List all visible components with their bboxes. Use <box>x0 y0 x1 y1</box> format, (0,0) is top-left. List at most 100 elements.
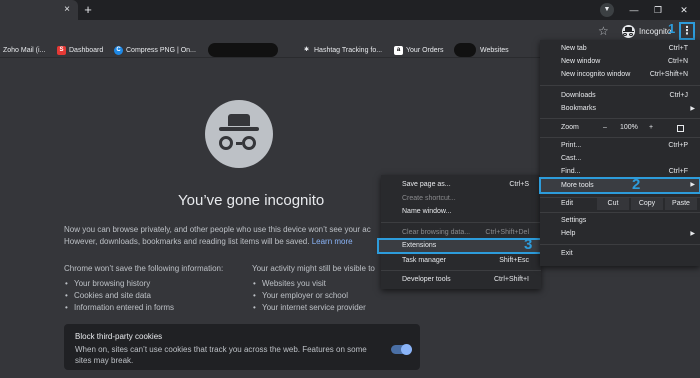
compress-png-icon: C <box>114 45 123 55</box>
menu-item-task-manager[interactable]: Task manager Shift+Esc <box>381 255 541 267</box>
menu-item-label: Create shortcut... <box>402 195 456 202</box>
bookmark-label: Zoho Mail (i... <box>3 46 46 54</box>
menu-item-label: New window <box>561 58 601 65</box>
bookmark-dashboard[interactable]: S Dashboard <box>57 44 103 56</box>
menu-item-shortcut: Ctrl+Shift+N <box>649 71 688 78</box>
menu-item-label: Downloads <box>561 92 596 99</box>
menu-separator <box>381 222 541 223</box>
menu-item-shortcut: Ctrl+Shift+Del <box>485 229 529 236</box>
description-line-2: However, downloads, bookmarks and readin… <box>64 236 394 248</box>
menu-item-downloads[interactable]: Downloads Ctrl+J <box>540 90 700 102</box>
zoom-level: 100% <box>620 124 638 131</box>
new-tab-icon[interactable]: + <box>80 2 96 18</box>
close-tab-icon[interactable]: × <box>60 3 74 17</box>
submenu-arrow-icon: ▶ <box>690 182 695 188</box>
menu-item-cast[interactable]: Cast... <box>540 153 700 165</box>
minimize-icon[interactable]: — <box>624 2 644 18</box>
list-item: Your browsing history <box>64 278 223 290</box>
column-heading: Chrome won’t save the following informat… <box>64 264 224 273</box>
menu-item-label: Cast... <box>561 155 582 162</box>
menu-item-label: Find... <box>561 168 581 175</box>
menu-item-shortcut: Ctrl+P <box>668 142 688 149</box>
menu-item-create-shortcut[interactable]: Create shortcut... <box>381 193 541 205</box>
column-heading: Your activity might still be visible to <box>252 264 375 273</box>
redacted-bookmark <box>208 43 278 57</box>
menu-item-shortcut: Ctrl+J <box>669 92 688 99</box>
bookmark-label: Websites <box>480 46 509 54</box>
menu-item-label: Developer tools <box>402 276 451 283</box>
menu-item-label: New tab <box>561 45 587 52</box>
menu-item-find[interactable]: Find... Ctrl+F <box>540 166 700 178</box>
list-item: Cookies and site data <box>64 290 223 302</box>
menu-item-label: Print... <box>561 142 582 149</box>
copy-button[interactable]: Copy <box>631 198 663 210</box>
bookmark-hashtag-tracking[interactable]: ✱ Hashtag Tracking fo... <box>302 44 382 56</box>
menu-item-shortcut: Ctrl+N <box>667 58 688 65</box>
chrome-main-menu: New tab Ctrl+T New window Ctrl+N New inc… <box>539 40 700 266</box>
incognito-label: Incognito <box>639 26 672 36</box>
menu-item-new-incognito-window[interactable]: New incognito window Ctrl+Shift+N <box>540 69 700 81</box>
menu-separator <box>540 137 700 138</box>
menu-item-shortcut: Ctrl+T <box>668 45 688 52</box>
bookmark-label: Your Orders <box>406 46 444 54</box>
zoom-out-button[interactable]: – <box>603 122 607 134</box>
submenu-arrow-icon: ▶ <box>690 106 695 112</box>
page-title: You’ve gone incognito <box>178 192 325 209</box>
redacted-bookmark <box>454 43 476 57</box>
zoom-in-button[interactable]: + <box>649 122 653 134</box>
menu-item-bookmarks[interactable]: Bookmarks ▶ <box>540 103 700 115</box>
menu-item-new-tab[interactable]: New tab Ctrl+T <box>540 43 700 55</box>
menu-item-settings[interactable]: Settings <box>540 215 700 227</box>
amazon-icon: a <box>394 45 403 55</box>
menu-item-name-window[interactable]: Name window... <box>381 206 541 218</box>
browser-tab[interactable]: × <box>0 0 78 20</box>
tab-search-icon[interactable]: ▼ <box>600 3 614 17</box>
bookmark-zoho-mail[interactable]: Zoho Mail (i... <box>3 44 45 56</box>
menu-item-label: Edit <box>561 200 574 207</box>
list-item: Information entered in forms <box>64 302 223 314</box>
menu-separator <box>540 244 700 245</box>
description-line-1: Now you can browse privately, and other … <box>64 225 371 234</box>
menu-item-developer-tools[interactable]: Developer tools Ctrl+Shift+I <box>381 274 541 286</box>
incognito-hero-icon <box>205 100 273 168</box>
menu-separator <box>540 212 700 213</box>
menu-item-label: New incognito window <box>561 71 631 78</box>
learn-more-link[interactable]: Learn more <box>312 237 353 246</box>
menu-separator <box>381 270 541 271</box>
menu-item-help[interactable]: Help ▶ <box>540 228 700 240</box>
menu-item-save-page[interactable]: Save page as... Ctrl+S <box>381 179 541 191</box>
third-party-cookies-card: Block third-party cookies When on, sites… <box>64 324 420 370</box>
bookmark-star-icon[interactable]: ☆ <box>598 24 609 38</box>
menu-item-new-window[interactable]: New window Ctrl+N <box>540 56 700 68</box>
menu-item-label: Clear browsing data... <box>402 229 471 236</box>
menu-item-label: More tools <box>561 182 594 189</box>
hashtag-icon: ✱ <box>303 46 310 53</box>
menu-item-more-tools[interactable]: More tools ▶ <box>539 177 700 194</box>
menu-item-label: Help <box>561 230 576 237</box>
bookmark-compress-png[interactable]: C Compress PNG | On... <box>114 44 196 56</box>
menu-item-shortcut: Shift+Esc <box>499 257 529 264</box>
cookie-card-description: When on, sites can’t use cookies that tr… <box>75 345 367 365</box>
menu-separator <box>540 85 700 86</box>
block-cookies-toggle[interactable] <box>391 344 412 355</box>
list-item: Your internet service provider <box>252 302 375 314</box>
menu-item-clear-browsing-data[interactable]: Clear browsing data... Ctrl+Shift+Del <box>381 227 541 239</box>
annotation-marker-2: 2 <box>632 176 641 193</box>
close-window-icon[interactable]: ✕ <box>674 2 694 18</box>
menu-item-label: Exit <box>561 250 573 257</box>
menu-item-label: Bookmarks <box>561 105 597 112</box>
menu-item-shortcut: Ctrl+Shift+I <box>493 276 529 283</box>
bookmark-websites[interactable]: Websites <box>480 44 509 56</box>
menu-item-label: Name window... <box>402 208 452 215</box>
menu-item-extensions[interactable]: Extensions <box>377 238 542 254</box>
chrome-menu-button[interactable]: ⋮ <box>679 22 695 40</box>
cut-button[interactable]: Cut <box>597 198 629 210</box>
list-item: Your employer or school <box>252 290 375 302</box>
paste-button[interactable]: Paste <box>665 198 697 210</box>
bookmark-your-orders[interactable]: a Your Orders <box>394 44 443 56</box>
menu-item-exit[interactable]: Exit <box>540 248 700 260</box>
menu-item-print[interactable]: Print... Ctrl+P <box>540 140 700 152</box>
submenu-arrow-icon: ▶ <box>690 231 695 237</box>
fullscreen-icon[interactable] <box>677 125 684 132</box>
restore-icon[interactable]: ❐ <box>648 2 668 18</box>
